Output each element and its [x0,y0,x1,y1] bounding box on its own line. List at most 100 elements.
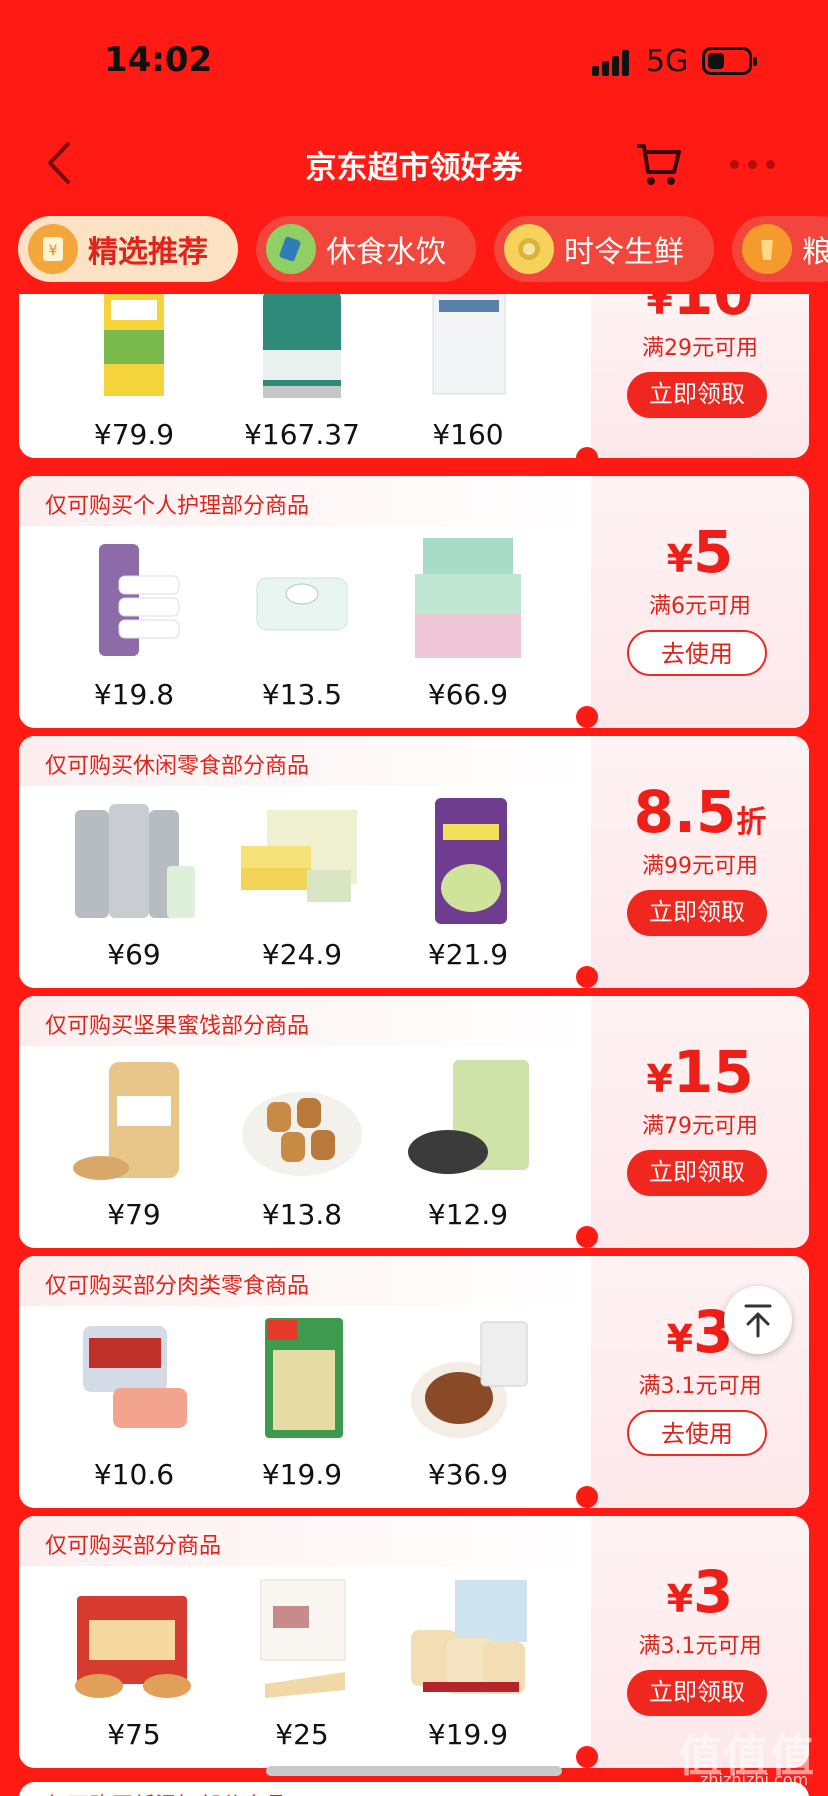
product-item[interactable]: ¥75 [59,1572,209,1768]
product-item[interactable]: ¥79.9 [59,294,209,458]
product-item[interactable]: ¥167.37 [227,294,377,458]
category-tabs: ¥ 精选推荐 休食水饮 时令生鲜 粮 [0,216,828,284]
product-image [256,577,348,631]
nav-bar: 京东超市领好券 [0,120,828,210]
coupon-amount: ¥3 [666,1558,734,1626]
tab-selected-recommend[interactable]: ¥ 精选推荐 [18,216,238,282]
product-item[interactable]: ¥12.9 [393,1052,543,1248]
product-item[interactable]: ¥69 [59,792,209,988]
coupon-scope: 仅可购买休闲零食部分商品 [19,736,589,786]
product-item[interactable]: ¥19.9 [393,1572,543,1768]
claim-coupon-button[interactable]: 立即领取 [627,1150,767,1196]
coupon-card: ¥79.9 ¥167.37 ¥160 ¥10 满29元可用 立即领取 [19,294,809,458]
product-price: ¥75 [107,1718,161,1751]
product-image [432,294,506,395]
product-image [99,544,180,656]
coupon-scope: 仅可购买部分肉类零食商品 [19,1256,589,1306]
product-price: ¥69 [107,938,161,971]
tab-seasonal-fresh[interactable]: 时令生鲜 [494,216,714,282]
product-image [104,294,164,396]
coupon-card: 仅可购买部分肉类零食商品 ¥10.6 ¥19.9 ¥36.9 ¥3 满3.1元可… [19,1256,809,1508]
product-image [415,538,521,658]
coupon-condition: 满79元可用 [642,1114,758,1139]
product-item[interactable]: ¥79 [59,1052,209,1248]
tab-label: 精选推荐 [88,235,208,270]
coupon-icon: ¥ [28,224,78,274]
product-image [411,1321,528,1438]
product-price: ¥36.9 [427,1458,509,1491]
snack-icon [266,224,316,274]
coupon-amount: ¥15 [646,1038,754,1106]
product-item[interactable]: ¥66.9 [393,532,543,728]
product-price: ¥13.8 [261,1198,343,1231]
arrow-up-icon [744,1304,772,1338]
product-price: ¥79 [107,1198,161,1231]
coupon-amount: 8.5折 [633,778,767,846]
claim-coupon-button[interactable]: 立即领取 [627,1670,767,1716]
svg-text:¥: ¥ [49,243,58,259]
card-notch [576,1226,598,1248]
coupon-condition: 满3.1元可用 [638,1634,762,1659]
use-coupon-button[interactable]: 去使用 [627,630,767,676]
product-image [263,294,341,398]
coupon-scope: 仅可购买低温奶部分商品 [19,1782,809,1796]
product-image [242,1092,362,1176]
cart-icon[interactable] [634,140,684,188]
watermark-url: zhizhizhi.com [700,1770,809,1789]
product-item[interactable]: ¥13.8 [227,1052,377,1248]
product-price: ¥79.9 [93,418,175,451]
product-item[interactable]: ¥19.9 [227,1312,377,1508]
card-notch [576,447,598,469]
claim-coupon-button[interactable]: 立即领取 [627,372,767,418]
product-item[interactable]: ¥21.9 [393,792,543,988]
battery-icon [702,47,757,75]
claim-coupon-button[interactable]: 立即领取 [627,890,767,936]
coupon-card: 仅可购买休闲零食部分商品 ¥69 ¥24.9 ¥21.9 8.5折 满99元可用… [19,736,809,988]
back-to-top-button[interactable] [724,1286,792,1354]
coupon-card: 仅可购买坚果蜜饯部分商品 ¥79 ¥13.8 ¥12.9 ¥15 满79元可用 … [19,996,809,1248]
product-image [75,1596,191,1698]
product-price: ¥24.9 [261,938,343,971]
product-price: ¥25 [275,1718,329,1751]
card-notch [576,1486,598,1508]
product-price: ¥21.9 [427,938,509,971]
product-price: ¥12.9 [427,1198,509,1231]
card-notch [576,966,598,988]
product-item[interactable]: ¥160 [393,294,543,458]
product-item[interactable]: ¥36.9 [393,1312,543,1508]
product-item[interactable]: ¥10.6 [59,1312,209,1508]
product-price: ¥10.6 [93,1458,175,1491]
product-image [83,1326,187,1428]
product-price: ¥19.9 [427,1718,509,1751]
card-notch [576,706,598,728]
home-indicator [266,1766,562,1776]
tab-label: 时令生鲜 [564,235,684,270]
tab-grain[interactable]: 粮 [732,216,828,282]
coupon-condition: 满6元可用 [649,594,751,619]
product-price: ¥160 [432,418,504,451]
use-coupon-button[interactable]: 去使用 [627,1410,767,1456]
product-item[interactable]: ¥19.8 [59,532,209,728]
product-price: ¥19.9 [261,1458,343,1491]
status-time: 14:02 [104,40,213,80]
product-image [265,1318,343,1438]
signal-icon [592,50,632,76]
more-icon[interactable] [730,158,776,172]
product-price: ¥13.5 [261,678,343,711]
coupon-condition: 满3.1元可用 [638,1374,762,1399]
coupon-card: 仅可购买个人护理部分商品 ¥19.8 ¥13.5 ¥66.9 ¥5 满6元可用 … [19,476,809,728]
coupon-scope: 仅可购买部分商品 [19,1516,589,1566]
product-item[interactable]: ¥13.5 [227,532,377,728]
product-image [73,1062,179,1180]
product-item[interactable]: ¥25 [227,1572,377,1768]
product-item[interactable]: ¥24.9 [227,792,377,988]
product-image [411,1580,527,1694]
product-price: ¥19.8 [93,678,175,711]
product-image [435,798,507,924]
product-price: ¥167.37 [244,418,360,451]
coupon-amount: ¥10 [646,294,754,328]
product-image [408,1060,529,1174]
coupon-condition: 满99元可用 [642,854,758,879]
coupon-scope: 仅可购买坚果蜜饯部分商品 [19,996,589,1046]
tab-snacks-drinks[interactable]: 休食水饮 [256,216,476,282]
